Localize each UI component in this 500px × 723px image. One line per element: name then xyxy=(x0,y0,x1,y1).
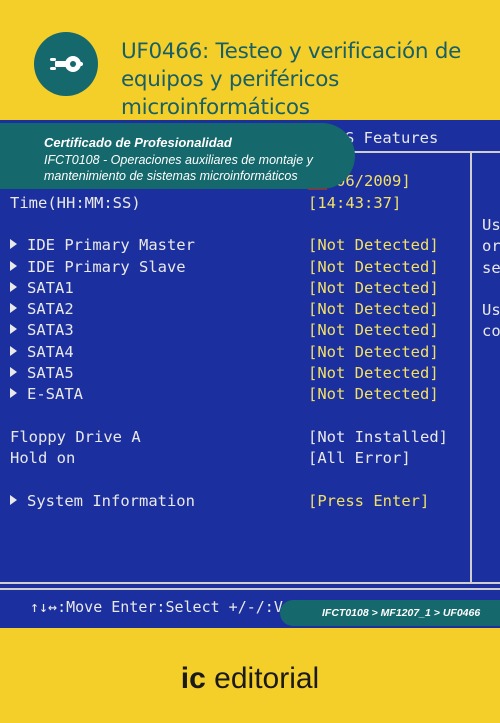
bios-device-row: SATA2 xyxy=(10,300,74,318)
bios-device-row: SATA4 xyxy=(10,343,74,361)
publisher-name: editorial xyxy=(214,662,320,695)
bios-device-row: E-SATA xyxy=(10,385,83,403)
bios-help-text: or xyxy=(482,237,500,255)
bios-keys-hint: ↑↓↔:Move Enter:Select +/-/:V xyxy=(30,598,283,616)
bios-screenshot: S Features 01/06/2009] Time(HH:MM:SS) [1… xyxy=(0,120,500,628)
triangle-right-icon xyxy=(10,346,17,356)
bios-device-value: [Not Detected] xyxy=(308,236,439,254)
bios-device-value: [Not Detected] xyxy=(308,300,439,318)
bios-header-title: S Features xyxy=(345,129,439,147)
bios-device-value: [Not Detected] xyxy=(308,258,439,276)
bios-bottom-divider xyxy=(0,588,500,590)
bios-device-row: IDE Primary Master xyxy=(10,236,195,254)
publisher-prefix: ic xyxy=(180,662,206,695)
bios-side-divider xyxy=(470,153,472,583)
bios-hold-label: Hold on xyxy=(10,449,76,467)
triangle-right-icon xyxy=(10,495,17,505)
bios-device-row: SATA5 xyxy=(10,364,74,382)
bios-help-text: Us xyxy=(482,216,500,234)
bios-time-value: [14:43:37] xyxy=(308,194,402,212)
triangle-right-icon xyxy=(10,303,17,313)
bios-help-text: se xyxy=(482,259,500,277)
book-title: UF0466: Testeo y verificación de equipos… xyxy=(121,38,491,122)
bios-device-row: IDE Primary Slave xyxy=(10,258,186,276)
bios-device-value: [Not Detected] xyxy=(308,385,439,403)
bios-device-value: [Not Detected] xyxy=(308,321,439,339)
bios-device-row: SATA3 xyxy=(10,321,74,339)
triangle-right-icon xyxy=(10,388,17,398)
cover-header: UF0466: Testeo y verificación de equipos… xyxy=(0,0,500,120)
publisher-logo: ic editorial xyxy=(0,662,500,696)
certificate-banner: Certificado de Profesionalidad IFCT0108 … xyxy=(0,123,355,189)
banner-line-2: mantenimiento de sistemas microinformáti… xyxy=(44,169,298,183)
triangle-right-icon xyxy=(10,324,17,334)
bios-sysinfo-value: [Press Enter] xyxy=(308,492,430,510)
triangle-right-icon xyxy=(10,367,17,377)
bios-device-row: SATA1 xyxy=(10,279,74,297)
bios-sysinfo-row: System Information xyxy=(10,492,195,510)
title-line-1: UF0466: Testeo y verificación de xyxy=(121,39,461,64)
triangle-right-icon xyxy=(10,282,17,292)
bios-time-label: Time(HH:MM:SS) xyxy=(10,194,141,212)
series-logo xyxy=(34,32,98,96)
triangle-right-icon xyxy=(10,261,17,271)
bios-floppy-value: [Not Installed] xyxy=(308,428,448,446)
plug-icon xyxy=(50,56,83,72)
code-path-badge: IFCT0108 > MF1207_1 > UF0466 xyxy=(280,600,500,626)
bios-device-value: [Not Detected] xyxy=(308,279,439,297)
bios-help-text: co xyxy=(482,322,500,340)
title-line-2: equipos y periféricos microinformáticos xyxy=(121,67,340,120)
bios-device-value: [Not Detected] xyxy=(308,364,439,382)
bios-hold-value: [All Error] xyxy=(308,449,411,467)
bios-device-value: [Not Detected] xyxy=(308,343,439,361)
bios-bottom-divider xyxy=(0,582,500,584)
banner-line-1: IFCT0108 - Operaciones auxiliares de mon… xyxy=(44,153,313,167)
triangle-right-icon xyxy=(10,239,17,249)
banner-heading: Certificado de Profesionalidad xyxy=(44,135,232,150)
bios-help-text: Us xyxy=(482,301,500,319)
code-path-text: IFCT0108 > MF1207_1 > UF0466 xyxy=(322,607,481,619)
bios-floppy-label: Floppy Drive A xyxy=(10,428,141,446)
book-cover: UF0466: Testeo y verificación de equipos… xyxy=(0,0,500,723)
